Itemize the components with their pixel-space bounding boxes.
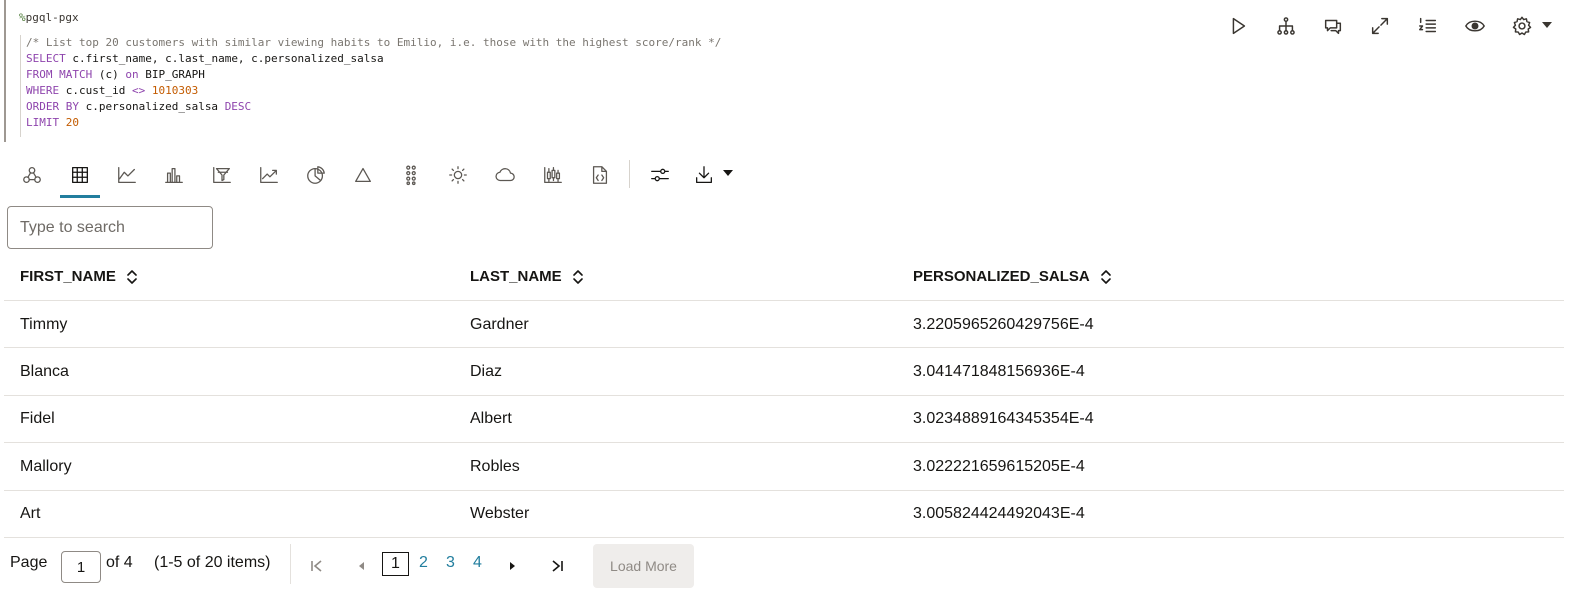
line-chart-icon[interactable] [249,155,289,195]
bar-chart-icon[interactable] [154,155,194,195]
load-more-button[interactable]: Load More [593,544,694,588]
pie-chart-icon[interactable] [296,155,336,195]
table-row[interactable]: Mallory Robles 3.022221659615205E-4 [4,443,1564,491]
code-cell[interactable]: %pgql-pgx /* List top 20 customers with … [4,0,1204,142]
box-plot-icon[interactable] [533,155,573,195]
sort-icon[interactable] [1100,269,1112,285]
comments-icon[interactable] [1319,12,1347,40]
last-page-icon[interactable] [547,556,567,576]
cell-last-name: Gardner [470,315,529,333]
cell-first-name: Art [20,505,41,523]
table-row[interactable]: Blanca Diaz 3.041471848156936E-4 [4,348,1564,396]
pyramid-icon[interactable] [343,155,383,195]
items-range-label: (1-5 of 20 items) [154,554,271,571]
table-header: FIRST_NAME LAST_NAME PERSONALIZED_SALSA [4,252,1564,301]
page-link-4[interactable]: 4 [473,554,482,572]
code-line-select: SELECT c.first_name, c.last_name, c.pers… [26,52,384,65]
funnel-chart-icon[interactable] [202,155,242,195]
toolbar-divider [629,160,630,188]
code-line-where: WHERE c.cust_id <> 1010303 [26,84,199,97]
cell-last-name: Webster [470,505,530,523]
column-header-last-name[interactable]: LAST_NAME [470,252,584,301]
download-icon[interactable] [684,155,724,195]
cell-first-name: Blanca [20,362,69,380]
cell-personalized-salsa: 3.0234889164345354E-4 [913,410,1094,428]
code-line-from: FROM MATCH (c) on BIP_GRAPH [26,68,205,81]
table-row[interactable]: Art Webster 3.005824424492043E-4 [4,491,1564,538]
table-row[interactable]: Timmy Gardner 3.2205965260429756E-4 [4,301,1564,349]
results-table: FIRST_NAME LAST_NAME PERSONALIZED_SALSA … [4,252,1564,538]
graph-structure-icon[interactable] [1272,12,1300,40]
run-icon[interactable] [1224,12,1252,40]
column-header-personalized-salsa[interactable]: PERSONALIZED_SALSA [913,252,1112,301]
cell-last-name: Albert [470,410,512,428]
search-input[interactable] [7,206,213,249]
code-line-order: ORDER BY c.personalized_salsa DESC [26,100,252,113]
page-link-3[interactable]: 3 [446,554,455,572]
visualization-toolbar [8,155,768,201]
sunburst-icon[interactable] [438,155,478,195]
code-view-icon[interactable] [580,155,620,195]
gear-icon[interactable] [1508,12,1536,40]
eye-icon[interactable] [1461,12,1489,40]
area-chart-icon[interactable] [107,155,147,195]
tag-cloud-icon[interactable] [485,155,525,195]
page-label: Page [10,554,48,571]
code-line-limit: LIMIT 20 [26,116,79,129]
pagination: Page of 4 (1-5 of 20 items) 1 2 3 4 Load… [0,540,760,590]
cell-personalized-salsa: 3.005824424492043E-4 [913,505,1085,523]
page-number-input[interactable] [61,551,101,583]
cell-first-name: Timmy [20,315,68,333]
sort-icon[interactable] [126,269,138,285]
page-link-2[interactable]: 2 [419,554,428,572]
pager-divider [290,544,291,584]
cell-first-name: Fidel [20,410,55,428]
cell-last-name: Diaz [470,362,503,380]
cell-personalized-salsa: 3.2205965260429756E-4 [913,315,1094,333]
page-count-label: of 4 [106,554,133,571]
scatter-icon[interactable] [391,155,431,195]
cell-personalized-salsa: 3.022221659615205E-4 [913,457,1085,475]
cell-personalized-salsa: 3.041471848156936E-4 [913,362,1085,380]
interpreter-magic: %pgql-pgx [19,11,79,24]
next-page-icon[interactable] [503,556,523,576]
table-icon[interactable] [60,155,100,195]
code-editor[interactable]: /* List top 20 customers with similar vi… [20,35,1020,137]
first-page-icon[interactable] [307,556,327,576]
table-row[interactable]: Fidel Albert 3.0234889164345354E-4 [4,396,1564,444]
numbered-list-icon[interactable] [1414,12,1442,40]
code-line-comment: /* List top 20 customers with similar vi… [26,36,722,49]
page-link-1[interactable]: 1 [382,552,409,576]
settings-sliders-icon[interactable] [640,155,680,195]
expand-icon[interactable] [1366,12,1394,40]
graph-icon[interactable] [12,155,52,195]
cell-last-name: Robles [470,457,520,475]
sort-icon[interactable] [572,269,584,285]
cell-first-name: Mallory [20,457,72,475]
column-header-first-name[interactable]: FIRST_NAME [20,252,138,301]
previous-page-icon[interactable] [351,556,371,576]
active-tab-indicator [60,195,100,198]
chevron-down-icon[interactable] [1542,22,1552,28]
chevron-down-icon[interactable] [723,170,733,176]
